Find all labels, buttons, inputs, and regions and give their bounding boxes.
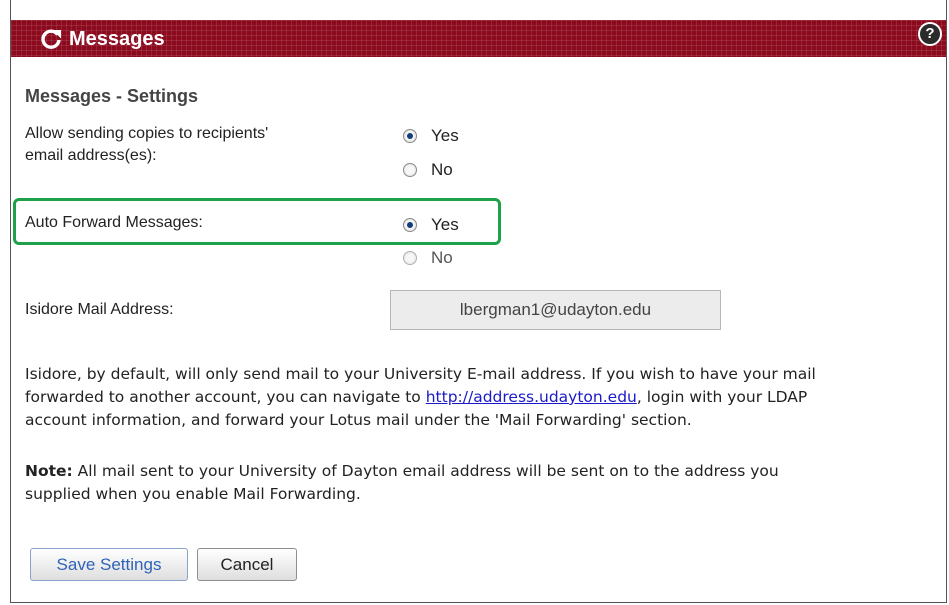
note-line2: supplied when you enable Mail Forwarding… — [25, 485, 361, 503]
send-copies-label-line1: Allow sending copies to recipients' — [25, 125, 269, 142]
send-copies-yes-radio[interactable] — [403, 129, 417, 143]
send-copies-no-radio[interactable] — [403, 163, 417, 177]
info-line2-start: forwarded to another account, you can na… — [25, 388, 426, 406]
send-copies-no-label: No — [431, 160, 453, 179]
info-line1: Isidore, by default, will only send mail… — [25, 365, 816, 383]
section-title: Messages - Settings — [25, 86, 199, 106]
send-copies-no-option[interactable]: No — [403, 159, 453, 181]
note-label: Note: — [25, 462, 73, 480]
messages-panel: Messages ? Messages - Settings Allow sen… — [10, 0, 947, 603]
info-line2: forwarded to another account, you can na… — [25, 386, 946, 409]
cancel-button[interactable]: Cancel — [197, 548, 297, 581]
panel-header: Messages ? — [11, 20, 946, 57]
note-paragraph: Note: All mail sent to your University o… — [25, 460, 946, 506]
auto-forward-yes-label: Yes — [431, 215, 459, 234]
info-paragraph: Isidore, by default, will only send mail… — [25, 363, 946, 432]
auto-forward-label: Auto Forward Messages: — [25, 214, 203, 231]
refresh-icon[interactable] — [39, 27, 63, 51]
mail-address-field: lbergman1@udayton.edu — [390, 290, 721, 330]
auto-forward-yes-option[interactable]: Yes — [403, 214, 459, 236]
panel-title: Messages — [69, 28, 165, 50]
send-copies-yes-option[interactable]: Yes — [403, 125, 459, 147]
info-line3: account information, and forward your Lo… — [25, 411, 692, 429]
auto-forward-no-radio[interactable] — [403, 251, 417, 265]
auto-forward-no-label: No — [431, 248, 453, 267]
send-copies-label-line2: email address(es): — [25, 147, 157, 164]
help-icon[interactable]: ? — [918, 22, 942, 46]
mail-address-label: Isidore Mail Address: — [25, 301, 174, 318]
send-copies-yes-label: Yes — [431, 126, 459, 145]
info-line2-end: , login with your LDAP — [636, 388, 808, 406]
auto-forward-no-option[interactable]: No — [403, 247, 453, 269]
auto-forward-yes-radio[interactable] — [403, 218, 417, 232]
address-link[interactable]: http://address.udayton.edu — [426, 388, 637, 406]
send-copies-label: Allow sending copies to recipients' emai… — [25, 123, 268, 167]
note-line1-text: All mail sent to your University of Dayt… — [72, 462, 779, 480]
note-line1: Note: All mail sent to your University o… — [25, 460, 946, 483]
save-settings-button[interactable]: Save Settings — [30, 548, 188, 581]
